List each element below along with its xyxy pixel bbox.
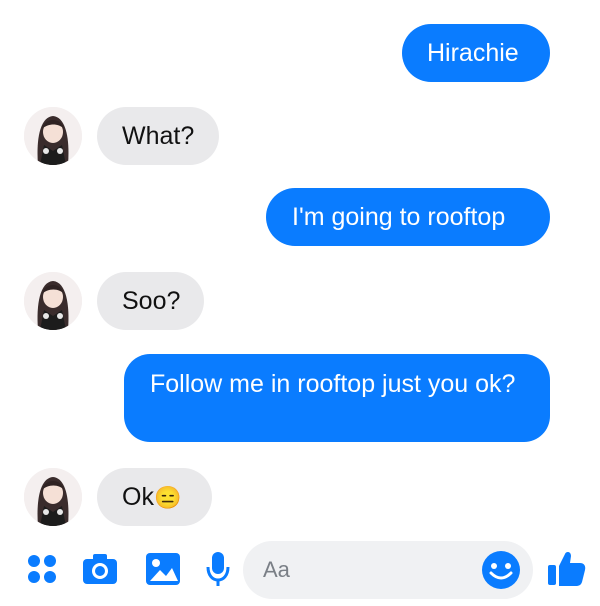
avatar-illustration [24,107,82,165]
message-text: Ok [122,483,154,511]
message-input-placeholder: Aa [263,557,290,582]
message-bubble-outgoing[interactable]: Hirachie [402,24,550,82]
message-text: What? [122,122,195,150]
message-text: I'm going to rooftop [292,203,506,231]
avatar[interactable] [24,468,82,526]
message-bubble-incoming[interactable]: Ok😑 [97,468,212,526]
expressionless-emoji: 😑 [153,485,182,510]
avatar[interactable] [24,272,82,330]
gallery-image-icon[interactable] [143,549,183,589]
message-bubble-outgoing[interactable]: Follow me in rooftop just you ok? [124,354,550,442]
message-bubble-incoming[interactable]: What? [97,107,219,165]
microphone-icon[interactable] [198,549,238,589]
message-bubble-outgoing[interactable]: I'm going to rooftop [266,188,550,246]
avatar-illustration [24,272,82,330]
message-text: Follow me in rooftop just you ok? [150,370,516,398]
avatar[interactable] [24,107,82,165]
message-text: Hirachie [427,39,519,67]
camera-icon[interactable] [80,549,120,589]
message-text: Soo? [122,287,181,315]
apps-dots-icon[interactable] [22,549,62,589]
message-bubble-incoming[interactable]: Soo? [97,272,204,330]
thumbs-up-icon[interactable] [545,546,589,590]
avatar-illustration [24,468,82,526]
emoji-icon[interactable] [480,549,522,591]
